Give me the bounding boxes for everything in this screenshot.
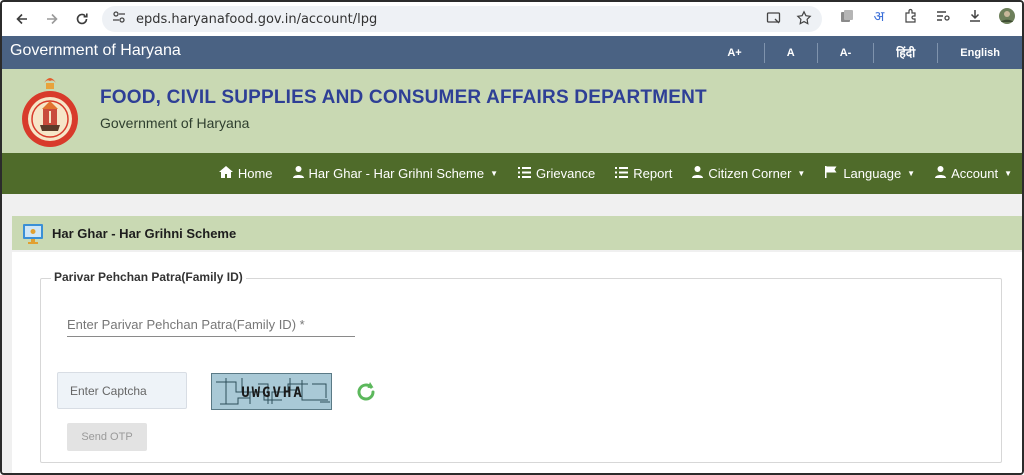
page-title: Har Ghar - Har Grihni Scheme bbox=[52, 225, 237, 241]
nav-item-har-ghar-scheme[interactable]: Har Ghar - Har Grihni Scheme ▼ bbox=[292, 166, 499, 181]
government-title: Government of Haryana bbox=[10, 42, 181, 59]
monitor-icon bbox=[23, 224, 43, 244]
page-header: Har Ghar - Har Grihni Scheme bbox=[12, 216, 1022, 250]
nav-item-label: Grievance bbox=[536, 166, 596, 181]
download-icon[interactable] bbox=[966, 7, 984, 25]
government-bar: Government of Haryana A+ A A- हिंदी Engl… bbox=[2, 36, 1022, 69]
haryana-emblem-logo bbox=[22, 78, 78, 147]
url-text[interactable]: epds.haryanafood.gov.in/account/lpg bbox=[136, 12, 377, 27]
main-content: Har Ghar - Har Grihni Scheme Parivar Peh… bbox=[2, 194, 1022, 473]
department-subtitle: Government of Haryana bbox=[100, 115, 250, 131]
cast-icon[interactable] bbox=[766, 10, 782, 31]
site-settings-icon[interactable] bbox=[112, 10, 126, 29]
extension-puzzle-icon[interactable] bbox=[838, 7, 856, 25]
flag-icon bbox=[825, 166, 838, 181]
main-navigation: Home Har Ghar - Har Grihni Scheme ▼ Grie… bbox=[2, 153, 1022, 194]
font-decrease-button[interactable]: A- bbox=[816, 42, 874, 63]
forward-icon[interactable] bbox=[38, 5, 66, 33]
nav-item-label: Home bbox=[237, 166, 273, 181]
nav-item-account[interactable]: Account ▼ bbox=[935, 166, 1012, 181]
address-bar[interactable]: epds.haryanafood.gov.in/account/lpg bbox=[102, 6, 822, 32]
nav-item-label: Citizen Corner bbox=[708, 166, 792, 181]
accessibility-tools: A+ A A- हिंदी English bbox=[705, 36, 1022, 69]
refresh-captcha-icon[interactable] bbox=[354, 380, 378, 404]
font-increase-button[interactable]: A+ bbox=[705, 43, 763, 63]
caret-down-icon: ▼ bbox=[907, 169, 916, 178]
bookmark-star-icon[interactable] bbox=[796, 10, 812, 31]
nav-item-report[interactable]: Report bbox=[615, 166, 672, 181]
nav-item-label: Report bbox=[633, 166, 673, 181]
user-icon bbox=[292, 166, 304, 181]
family-id-fieldset: Parivar Pehchan Patra(Family ID) UWGVHA … bbox=[40, 270, 1002, 463]
back-icon[interactable] bbox=[8, 5, 36, 33]
language-hindi-link[interactable]: हिंदी bbox=[873, 42, 937, 63]
nav-item-language[interactable]: Language ▼ bbox=[825, 166, 915, 181]
form-card: Parivar Pehchan Patra(Family ID) UWGVHA … bbox=[12, 252, 1022, 473]
nav-item-citizen-corner[interactable]: Citizen Corner ▼ bbox=[692, 166, 805, 181]
caret-down-icon: ▼ bbox=[1004, 169, 1012, 178]
send-otp-button[interactable]: Send OTP bbox=[67, 423, 147, 451]
captcha-image: UWGVHA bbox=[211, 373, 332, 410]
nav-item-label: Account bbox=[951, 166, 999, 181]
caret-down-icon: ▼ bbox=[490, 169, 499, 178]
fieldset-legend: Parivar Pehchan Patra(Family ID) bbox=[51, 270, 246, 284]
profile-avatar-icon[interactable] bbox=[998, 7, 1016, 25]
list-icon bbox=[518, 166, 532, 181]
nav-item-label: Language bbox=[843, 166, 902, 181]
browser-window: epds.haryanafood.gov.in/account/lpg अ Go… bbox=[0, 0, 1024, 475]
tab-search-icon[interactable] bbox=[934, 7, 952, 25]
user-icon bbox=[692, 166, 704, 181]
translate-icon[interactable]: अ bbox=[870, 7, 888, 25]
font-normal-button[interactable]: A bbox=[763, 42, 817, 63]
captcha-text: UWGVHA bbox=[241, 384, 304, 401]
language-english-link[interactable]: English bbox=[937, 42, 1022, 63]
caret-down-icon: ▼ bbox=[797, 169, 806, 178]
nav-item-home[interactable]: Home bbox=[218, 166, 273, 181]
captcha-input[interactable] bbox=[57, 372, 187, 409]
home-icon bbox=[218, 166, 233, 181]
family-id-input[interactable] bbox=[67, 313, 355, 337]
extensions-icon[interactable] bbox=[902, 7, 920, 25]
site-header: FOOD, CIVIL SUPPLIES AND CONSUMER AFFAIR… bbox=[2, 69, 1022, 153]
list-icon bbox=[615, 166, 629, 181]
nav-item-grievance[interactable]: Grievance bbox=[518, 166, 595, 181]
browser-toolbar: epds.haryanafood.gov.in/account/lpg अ bbox=[2, 2, 1022, 36]
reload-icon[interactable] bbox=[68, 5, 96, 33]
nav-item-label: Har Ghar - Har Grihni Scheme bbox=[308, 166, 485, 181]
user-icon bbox=[935, 166, 947, 181]
department-title: FOOD, CIVIL SUPPLIES AND CONSUMER AFFAIR… bbox=[100, 87, 707, 108]
